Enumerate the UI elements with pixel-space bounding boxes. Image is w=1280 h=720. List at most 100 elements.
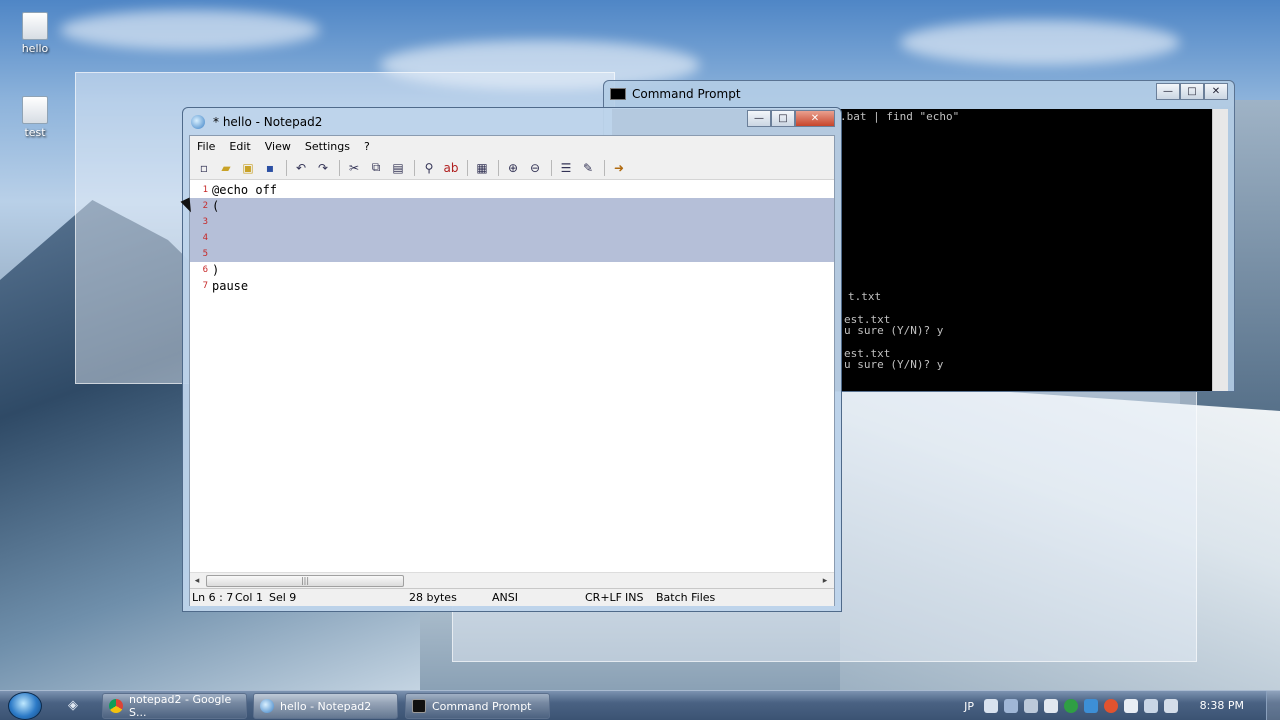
- status-line-endings[interactable]: CR+LF: [585, 591, 622, 604]
- document-icon: [22, 96, 48, 124]
- volume-icon[interactable]: [1164, 699, 1178, 713]
- minimize-button[interactable]: —: [1156, 83, 1180, 100]
- status-size: 28 bytes: [409, 591, 457, 604]
- line-text: @echo off: [212, 183, 278, 197]
- taskbar-item-chrome[interactable]: notepad2 - Google S...: [102, 693, 247, 719]
- taskbar-item-label: hello - Notepad2: [280, 699, 372, 713]
- language-indicator[interactable]: JP: [964, 700, 974, 713]
- notepad2-app-icon: [260, 699, 274, 713]
- start-button[interactable]: [8, 692, 42, 720]
- status-scheme[interactable]: Batch Files: [656, 591, 715, 604]
- update-icon[interactable]: [1064, 699, 1078, 713]
- tools-icon[interactable]: [1004, 699, 1018, 713]
- desktop-icon-test[interactable]: test: [13, 96, 57, 139]
- cut-icon[interactable]: ✂: [344, 159, 364, 177]
- editor-line: 1 @echo off: [190, 182, 834, 198]
- settings-icon[interactable]: [1024, 699, 1038, 713]
- zoom-in-icon[interactable]: ⊕: [503, 159, 523, 177]
- desktop-icon-hello[interactable]: hello: [13, 12, 57, 55]
- taskbar-item-notepad2[interactable]: hello - Notepad2: [253, 693, 398, 719]
- taskbar: ◈ notepad2 - Google S... hello - Notepad…: [0, 690, 1280, 720]
- clock[interactable]: 8:38 PM: [1200, 699, 1244, 712]
- menu-edit[interactable]: Edit: [222, 140, 257, 153]
- toolbar-separator: [467, 159, 468, 176]
- scroll-left-icon[interactable]: ◂: [190, 574, 204, 588]
- maximize-button[interactable]: □: [1180, 83, 1204, 100]
- quick-launch-icon[interactable]: ◈: [68, 698, 84, 714]
- desktop-icon-label: hello: [21, 42, 49, 55]
- new-file-icon[interactable]: ▫: [194, 159, 214, 177]
- zoom-out-icon[interactable]: ⊖: [525, 159, 545, 177]
- scroll-right-icon[interactable]: ▸: [818, 574, 832, 588]
- open-folder-icon[interactable]: ▰: [216, 159, 236, 177]
- copy-icon[interactable]: ⧉: [366, 159, 386, 177]
- help-icon[interactable]: [1044, 699, 1058, 713]
- ime-icon[interactable]: [984, 699, 998, 713]
- title-bar[interactable]: Command Prompt: [604, 81, 1234, 107]
- notepad2-window[interactable]: * hello - Notepad2 — □ ✕ File Edit View …: [182, 107, 842, 612]
- console-line: u sure (Y/N)? y: [844, 358, 944, 371]
- customize-scheme-icon[interactable]: ✎: [578, 159, 598, 177]
- document-icon: [22, 12, 48, 40]
- vertical-scrollbar[interactable]: [1212, 109, 1228, 391]
- minimize-button[interactable]: —: [747, 110, 771, 127]
- editor-line: 7 pause: [190, 278, 834, 294]
- exit-icon[interactable]: ➜: [609, 159, 629, 177]
- undo-icon[interactable]: ↶: [291, 159, 311, 177]
- client-area: File Edit View Settings ? ▫ ▰ ▣ ▪ ↶ ↷ ✂ …: [189, 135, 835, 606]
- line-text: ): [212, 263, 220, 277]
- status-column: Col 1: [235, 591, 263, 604]
- save-icon[interactable]: ▪: [260, 159, 280, 177]
- editor-line: 5: [190, 246, 834, 262]
- dropbox-icon[interactable]: [1084, 699, 1098, 713]
- find-icon[interactable]: ⚲: [419, 159, 439, 177]
- menu-bar: File Edit View Settings ?: [190, 136, 834, 156]
- word-wrap-icon[interactable]: ▦: [472, 159, 492, 177]
- text-editor[interactable]: 1 @echo off 2 ( 3 4 5 6 ) 7 pause: [190, 180, 834, 572]
- editor-line: 4: [190, 230, 834, 246]
- close-button[interactable]: ✕: [1204, 83, 1228, 100]
- system-tray: JP: [964, 691, 1184, 720]
- window-title: Command Prompt: [632, 87, 741, 101]
- maximize-button[interactable]: □: [771, 110, 795, 127]
- line-text: (: [212, 199, 220, 213]
- replace-icon[interactable]: ab: [441, 159, 461, 177]
- cloud: [900, 20, 1180, 65]
- editor-line: 6 ): [190, 262, 834, 278]
- menu-help[interactable]: ?: [357, 140, 377, 153]
- cmd-icon: [610, 88, 626, 100]
- window-controls: — □ ✕: [1156, 83, 1228, 100]
- desktop-icon-label: test: [24, 126, 46, 139]
- flag-icon[interactable]: [1124, 699, 1138, 713]
- menu-file[interactable]: File: [190, 140, 222, 153]
- paste-icon[interactable]: ▤: [388, 159, 408, 177]
- show-desktop-button[interactable]: [1266, 691, 1280, 720]
- console-line: t.txt: [848, 290, 882, 303]
- toolbar-separator: [414, 159, 415, 176]
- horizontal-scrollbar[interactable]: ◂ ||| ▸: [190, 572, 834, 588]
- scheme-icon[interactable]: ☰: [556, 159, 576, 177]
- status-bar: Ln 6 : 7 Col 1 Sel 9 28 bytes ANSI CR+LF…: [190, 588, 834, 606]
- network-icon[interactable]: [1144, 699, 1158, 713]
- line-number: 4: [202, 233, 208, 243]
- chrome-icon: [109, 699, 123, 713]
- status-line-position: Ln 6 : 7: [192, 591, 234, 604]
- redo-icon[interactable]: ↷: [313, 159, 333, 177]
- line-number: 5: [202, 249, 208, 259]
- status-insert-mode[interactable]: INS: [625, 591, 643, 604]
- taskbar-item-command-prompt[interactable]: Command Prompt: [405, 693, 550, 719]
- scroll-thumb[interactable]: |||: [206, 575, 404, 587]
- toolbar-separator: [339, 159, 340, 176]
- browse-icon[interactable]: ▣: [238, 159, 258, 177]
- console-line: .bat | find "echo": [840, 110, 960, 123]
- app-tray-icon[interactable]: [1104, 699, 1118, 713]
- line-text: pause: [212, 279, 249, 293]
- close-button[interactable]: ✕: [795, 110, 835, 127]
- notepad2-app-icon: [191, 114, 205, 129]
- menu-settings[interactable]: Settings: [298, 140, 357, 153]
- menu-view[interactable]: View: [258, 140, 298, 153]
- status-encoding[interactable]: ANSI: [492, 591, 518, 604]
- title-bar[interactable]: * hello - Notepad2: [183, 108, 841, 135]
- toolbar-separator: [604, 159, 605, 176]
- toolbar-separator: [286, 159, 287, 176]
